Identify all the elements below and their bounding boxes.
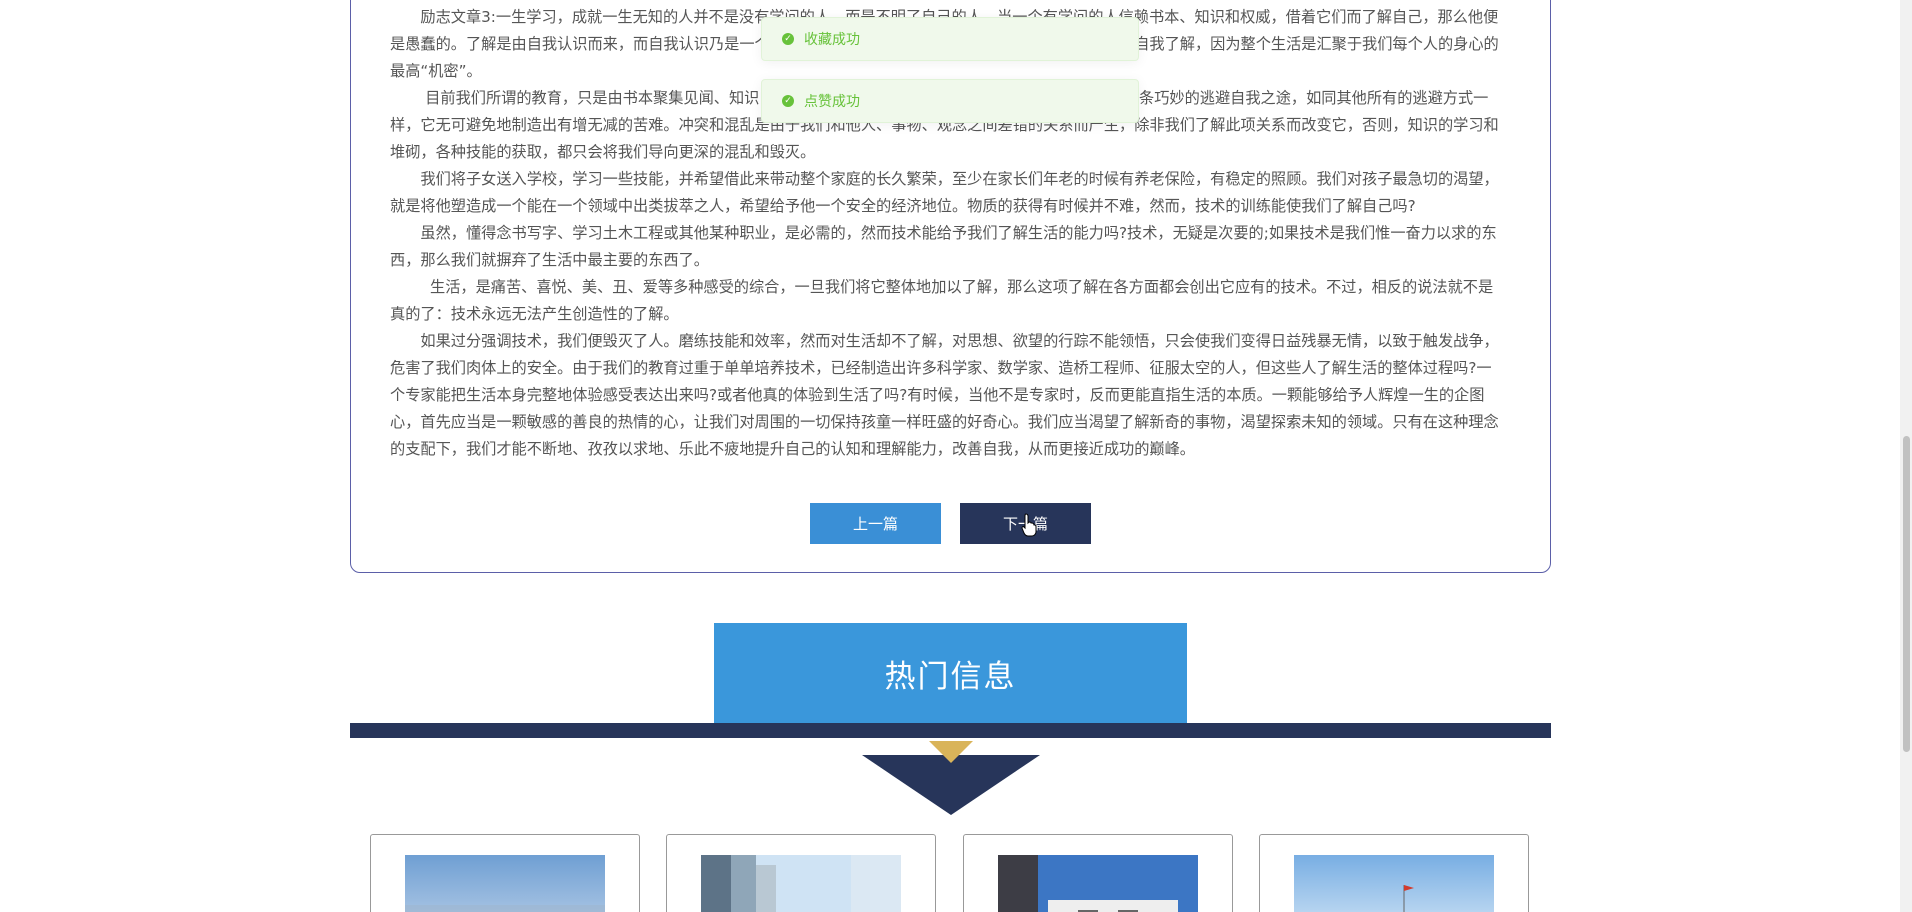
hot-item-card[interactable]: [1259, 834, 1529, 912]
article-paragraph: 我们将子女送入学校，学习一些技能，并希望借此来带动整个家庭的长久繁荣，至少在家长…: [390, 170, 1499, 215]
previous-article-button[interactable]: 上一篇: [810, 503, 941, 544]
thumbnail-image[interactable]: [701, 855, 901, 912]
article-body: 励志文章3:一生学习，成就一生无知的人并不是没有学问的人，而是不明了自己的人。当…: [390, 4, 1505, 463]
toast-notification: ✓ 收藏成功: [761, 17, 1139, 61]
thumbnail-image[interactable]: [405, 855, 605, 912]
section-title: 热门信息: [884, 659, 1017, 695]
toast-message: 收藏成功: [804, 32, 860, 48]
thumbnail-image[interactable]: [1294, 855, 1494, 912]
toast-notification: ✓ 点赞成功: [761, 79, 1139, 123]
article-paragraph: 如果过分强调技术，我们便毁灭了人。磨练技能和效率，然而对生活却不了解，对思想、欲…: [390, 332, 1499, 458]
success-check-icon: ✓: [782, 33, 794, 45]
section-title-box: 热门信息: [714, 623, 1187, 724]
arrow-navy-triangle: [862, 755, 1040, 815]
scrollbar-thumb[interactable]: [1903, 436, 1910, 752]
article-paragraph: 虽然，懂得念书写字、学习土木工程或其他某种职业，是必需的，然而技术能给予我们了解…: [390, 224, 1497, 269]
previous-article-label: 上一篇: [852, 515, 898, 533]
hand-cursor-icon: [1021, 513, 1037, 537]
toast-message: 点赞成功: [804, 94, 860, 110]
success-check-icon: ✓: [782, 95, 794, 107]
hot-item-card[interactable]: [370, 834, 640, 912]
article-paragraph: 生活，是痛苦、喜悦、美、丑、爱等多种感受的综合，一旦我们将它整体地加以了解，那么…: [390, 278, 1494, 323]
down-arrow-icon: [862, 741, 1040, 815]
hot-item-card[interactable]: [666, 834, 936, 912]
hot-item-card[interactable]: [963, 834, 1233, 912]
section-divider-bar: [350, 723, 1551, 738]
thumbnail-image[interactable]: [998, 855, 1198, 912]
